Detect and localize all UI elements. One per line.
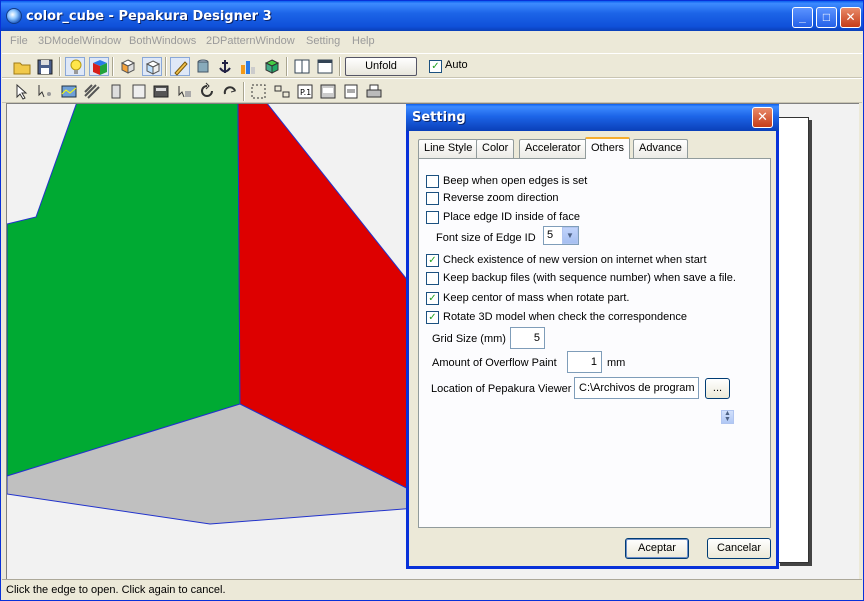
keep-center-label: Keep centor of mass when rotate part. bbox=[443, 292, 630, 304]
rotate-3d-label: Rotate 3D model when check the correspon… bbox=[443, 311, 687, 323]
edge-id-inside-checkbox[interactable] bbox=[426, 211, 439, 224]
dialog-close-button[interactable]: ✕ bbox=[752, 107, 773, 128]
dialog-title-bar[interactable]: Setting ✕ bbox=[406, 104, 779, 131]
split-window-icon[interactable] bbox=[315, 57, 335, 76]
menu-2d-pattern-window[interactable]: 2DPatternWindow bbox=[206, 35, 295, 47]
hatch-icon[interactable] bbox=[82, 82, 102, 101]
toolbar-separator bbox=[286, 57, 288, 76]
overflow-paint-input[interactable]: 1 bbox=[567, 351, 602, 373]
keep-center-checkbox[interactable]: ✓ bbox=[426, 292, 439, 305]
browse-button[interactable]: ... bbox=[705, 378, 730, 399]
font-size-value: 5 bbox=[547, 229, 554, 241]
close-button[interactable]: ✕ bbox=[840, 7, 861, 28]
menu-bar: File 3DModelWindow BothWindows 2DPattern… bbox=[2, 32, 862, 51]
print-preview-icon[interactable] bbox=[341, 82, 361, 101]
pencil-icon[interactable] bbox=[170, 57, 190, 76]
bar-chart-icon[interactable] bbox=[238, 57, 258, 76]
edit-toolbar: P.1 bbox=[2, 78, 862, 103]
single-window-icon[interactable] bbox=[292, 57, 312, 76]
reverse-zoom-checkbox[interactable] bbox=[426, 192, 439, 205]
font-size-edge-id-select[interactable]: 5 ▼ bbox=[543, 226, 579, 245]
ok-button[interactable]: Aceptar bbox=[625, 538, 689, 559]
cylinder-icon[interactable] bbox=[193, 57, 213, 76]
tab-advance[interactable]: Advance bbox=[633, 139, 688, 158]
light-bulb-icon[interactable] bbox=[65, 57, 85, 76]
toolbar-separator bbox=[59, 57, 61, 76]
select-arrow-icon[interactable] bbox=[12, 82, 32, 101]
toolbar-separator bbox=[165, 57, 167, 76]
cube-unfold-icon[interactable] bbox=[118, 57, 138, 76]
maximize-button[interactable]: □ bbox=[816, 7, 837, 28]
reverse-zoom-label: Reverse zoom direction bbox=[443, 192, 559, 204]
tab-color[interactable]: Color bbox=[476, 139, 515, 158]
image-icon[interactable] bbox=[151, 82, 171, 101]
paper-sheet bbox=[777, 117, 809, 563]
grid-size-input[interactable]: 5 bbox=[510, 327, 545, 349]
print-icon[interactable] bbox=[364, 82, 384, 101]
redo-icon[interactable] bbox=[220, 82, 240, 101]
viewer-location-input[interactable]: C:\Archivos de program bbox=[574, 377, 699, 399]
texture-icon[interactable] bbox=[59, 82, 79, 101]
tab-others[interactable]: Others bbox=[585, 137, 631, 159]
check-version-checkbox[interactable]: ✓ bbox=[426, 254, 439, 267]
app-icon[interactable] bbox=[6, 8, 22, 24]
color-cube-model bbox=[7, 104, 441, 525]
keep-backup-checkbox[interactable] bbox=[426, 272, 439, 285]
status-text: Click the edge to open. Click again to c… bbox=[6, 584, 226, 596]
dotted-select-icon[interactable] bbox=[249, 82, 269, 101]
rotate-icon[interactable] bbox=[197, 82, 217, 101]
open-folder-icon[interactable] bbox=[12, 57, 32, 76]
status-bar: Click the edge to open. Click again to c… bbox=[2, 579, 862, 600]
anchor-icon[interactable] bbox=[215, 57, 235, 76]
save-icon[interactable] bbox=[35, 57, 55, 76]
menu-3d-model-window[interactable]: 3DModelWindow bbox=[38, 35, 121, 47]
main-window: color_cube - Pepakura Designer 3 _ □ ✕ F… bbox=[0, 0, 864, 601]
page-icon[interactable] bbox=[129, 82, 149, 101]
menu-help[interactable]: Help bbox=[352, 35, 375, 47]
dialog-title: Setting bbox=[412, 110, 466, 125]
toolbar-separator bbox=[339, 57, 341, 76]
font-size-edge-id-label: Font size of Edge ID bbox=[436, 232, 536, 244]
rotate-3d-checkbox[interactable]: ✓ bbox=[426, 311, 439, 324]
cancel-button[interactable]: Cancelar bbox=[707, 538, 771, 559]
minimize-button[interactable]: _ bbox=[792, 7, 813, 28]
color-cube-icon[interactable] bbox=[89, 57, 109, 76]
keep-backup-label: Keep backup files (with sequence number)… bbox=[443, 272, 736, 284]
edge-id-inside-label: Place edge ID inside of face bbox=[443, 211, 580, 223]
layout-icon[interactable] bbox=[318, 82, 338, 101]
toolbar-separator bbox=[243, 82, 245, 101]
spin-arrows-icon[interactable]: ▲ ▼ bbox=[721, 410, 734, 424]
chevron-down-icon[interactable]: ▼ bbox=[562, 227, 578, 244]
align-icon[interactable] bbox=[272, 82, 292, 101]
select-edge-icon[interactable] bbox=[35, 82, 55, 101]
menu-both-windows[interactable]: BothWindows bbox=[129, 35, 196, 47]
main-toolbar: Unfold ✓ Auto bbox=[2, 53, 862, 78]
unfold-button[interactable]: Unfold bbox=[345, 57, 417, 76]
beep-open-edges-checkbox[interactable] bbox=[426, 175, 439, 188]
page-number-icon[interactable]: P.1 bbox=[295, 82, 315, 101]
overflow-unit-label: mm bbox=[607, 357, 626, 369]
overflow-paint-label: Amount of Overflow Paint bbox=[432, 357, 557, 369]
cube-parts-icon[interactable] bbox=[262, 57, 282, 76]
toolbar-separator bbox=[112, 57, 114, 76]
others-tab-panel: Beep when open edges is set Reverse zoom… bbox=[418, 158, 771, 528]
cube-view-icon[interactable] bbox=[142, 57, 162, 76]
tab-accelerator[interactable]: Accelerator bbox=[519, 139, 587, 158]
tab-line-style[interactable]: Line Style bbox=[418, 139, 479, 158]
auto-checkbox[interactable]: ✓ bbox=[429, 60, 442, 73]
3d-model-view[interactable] bbox=[6, 103, 441, 579]
menu-setting[interactable]: Setting bbox=[306, 35, 340, 47]
check-version-label: Check existence of new version on intern… bbox=[443, 254, 707, 266]
menu-file[interactable]: File bbox=[10, 35, 28, 47]
grid-size-label: Grid Size (mm) bbox=[432, 333, 506, 345]
setting-dialog: Setting ✕ Line Style Color Accelerator O… bbox=[406, 104, 779, 569]
beep-open-edges-label: Beep when open edges is set bbox=[443, 175, 588, 187]
move-part-icon[interactable] bbox=[174, 82, 194, 101]
svg-text:P.1: P.1 bbox=[300, 88, 311, 97]
auto-label: Auto bbox=[445, 59, 468, 71]
title-bar[interactable]: color_cube - Pepakura Designer 3 _ □ ✕ bbox=[1, 1, 863, 31]
viewer-location-label: Location of Pepakura Viewer bbox=[431, 383, 572, 395]
flap-icon[interactable] bbox=[106, 82, 126, 101]
window-title: color_cube - Pepakura Designer 3 bbox=[26, 9, 272, 24]
